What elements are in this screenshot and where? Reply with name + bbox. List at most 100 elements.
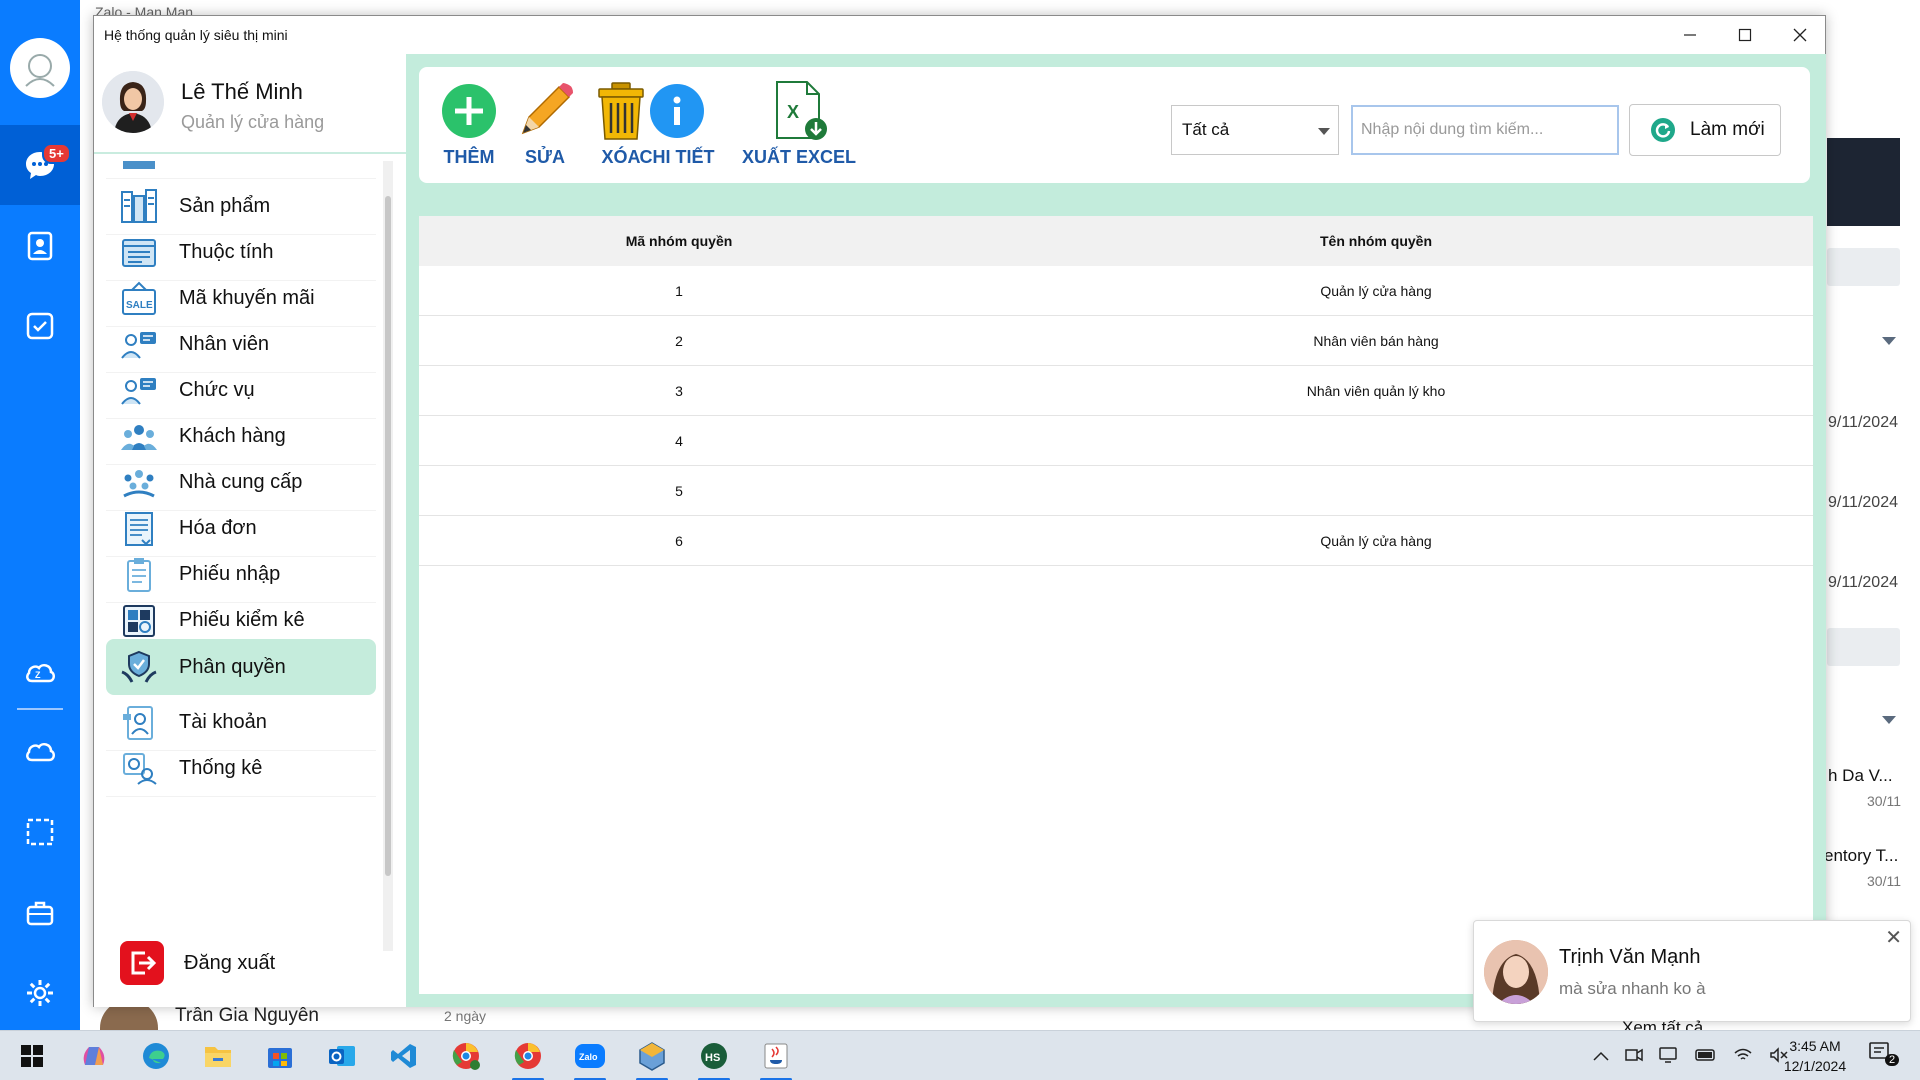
edge-browser-icon[interactable] [136,1036,176,1076]
copilot-icon[interactable] [74,1036,114,1076]
microsoft-store-icon[interactable] [260,1036,300,1076]
svg-text:X: X [787,102,799,122]
zalo-image-thumbnail[interactable] [1827,138,1900,226]
sidebar-item-permissions[interactable]: Phân quyền [106,639,376,695]
logout-label: Đăng xuất [184,951,276,974]
add-button[interactable]: THÊM [439,67,499,183]
sidebar-item-label: Phân quyền [179,655,286,678]
chevron-up-icon[interactable] [1593,1048,1609,1064]
edit-button[interactable]: SỬA [515,67,575,183]
zalo-chat-preview-name[interactable]: h Da V... [1828,766,1893,786]
filter-selected: Tất cả [1182,120,1230,139]
table-row[interactable]: 2 Nhân viên bán hàng [419,316,1813,366]
table-cell-name: Nhân viên bán hàng [1313,333,1439,349]
maximize-icon[interactable] [1717,16,1772,54]
sidebar-item-label: Tài khoản [179,711,267,733]
outlook-icon[interactable] [322,1036,362,1076]
vscode-icon[interactable] [384,1036,424,1076]
settings-gear-icon[interactable] [20,973,60,1013]
filter-dropdown[interactable]: Tất cả [1171,105,1339,155]
table-row[interactable]: 3 Nhân viên quản lý kho [419,366,1813,416]
main-content: THÊM SỬA XÓA CHI TIẾT X XUẤT EXCEL Tất c… [406,54,1826,1007]
zalo-date: 9/11/2024 [1828,574,1898,591]
detail-button[interactable]: CHI TIẾT [619,67,735,183]
sidebar-item-partial[interactable] [106,161,376,179]
table-row[interactable]: 6 Quản lý cửa hàng [419,516,1813,566]
sidebar-item-label: Khách hàng [179,425,286,447]
table-cell-id: 6 [675,533,683,549]
close-icon[interactable] [1772,16,1827,54]
sidebar-item-label: Phiếu nhập [179,563,281,585]
refresh-icon [1651,118,1675,142]
notification-message: mà sửa nhanh ko à [1559,979,1706,998]
hex-app-icon[interactable] [632,1036,672,1080]
cloud-icon[interactable] [20,731,60,771]
svg-text:SALE: SALE [126,300,153,311]
notification-sender: Trịnh Văn Mạnh [1559,946,1701,968]
system-clock[interactable]: 3:45 AM 12/1/2024 [1770,1036,1860,1076]
meet-icon[interactable] [1625,1047,1643,1066]
zalo-contact-name[interactable]: Trần Gia Nguyễn [175,1005,319,1027]
refresh-button[interactable]: Làm mới [1629,104,1781,156]
table-row[interactable]: 1 Quản lý cửa hàng [419,266,1813,316]
screenshot-icon[interactable] [20,812,60,852]
column-header-id[interactable]: Mã nhóm quyền [419,216,939,266]
close-icon[interactable]: ✕ [1885,925,1902,950]
sidebar-item-label: Thống kê [179,757,263,779]
inventory-check-icon [119,601,159,641]
battery-icon[interactable] [1695,1048,1717,1065]
sidebar-item-statistics[interactable]: Thống kê [106,741,376,797]
zalo-icon[interactable]: Zalo [570,1036,610,1080]
window-title: Hệ thống quản lý siêu thị mini [104,27,288,43]
logout-icon [120,941,164,985]
table-cell-name [939,466,1813,516]
file-explorer-icon[interactable] [198,1036,238,1076]
chrome-icon[interactable] [508,1036,548,1080]
user-role: Quản lý cửa hàng [181,112,325,132]
zalo-nav-rail: 5+ Z [0,0,80,1030]
contacts-icon[interactable] [20,226,60,266]
logout-button[interactable]: Đăng xuất [106,934,376,992]
zalo-user-avatar[interactable] [10,38,70,98]
todo-icon[interactable] [20,306,60,346]
sidebar-item-label: Mã khuyến mãi [179,287,315,309]
java-app-icon[interactable] [756,1036,796,1080]
windows-start-icon[interactable] [12,1036,52,1076]
zalo-date: 9/11/2024 [1828,414,1898,431]
search-input[interactable] [1351,105,1619,155]
zalo-date: 9/11/2024 [1828,494,1898,511]
add-label: THÊM [443,147,495,167]
display-icon[interactable] [1659,1046,1679,1067]
wifi-icon[interactable] [1733,1047,1753,1066]
table-row[interactable]: 5 [419,466,1813,516]
import-slip-icon [119,555,159,595]
excel-export-icon: X [769,81,829,141]
chevron-down-icon [1318,128,1330,135]
column-header-name[interactable]: Tên nhóm quyền [939,216,1813,266]
export-excel-button[interactable]: X XUẤT EXCEL [742,67,856,183]
hs-app-icon[interactable]: HS [694,1036,734,1080]
scrollbar-thumb[interactable] [385,196,391,876]
table-header: Mã nhóm quyền Tên nhóm quyền [419,216,1813,266]
minimize-icon[interactable] [1662,16,1717,54]
briefcase-icon[interactable] [20,893,60,933]
zcloud-icon[interactable]: Z [20,652,60,692]
sidebar-item-label: Phiếu kiểm kê [179,609,305,631]
sidebar-scrollbar[interactable] [383,161,393,951]
toolbar: THÊM SỬA XÓA CHI TIẾT X XUẤT EXCEL Tất c… [419,67,1810,183]
pencil-icon [515,81,575,141]
chevron-down-icon[interactable] [1882,716,1896,724]
notification-count-badge: 2 [1885,1054,1900,1066]
permission-icon [119,647,159,687]
zalo-chat-preview-name[interactable]: entory T... [1824,846,1898,866]
invoice-icon [119,509,159,549]
see-all-link[interactable]: Xem tất cả [1622,1018,1703,1030]
table-cell-name [939,416,1813,466]
refresh-label: Làm mới [1690,119,1765,140]
chevron-down-icon[interactable] [1882,337,1896,345]
message-notification[interactable]: Trịnh Văn Mạnh mà sửa nhanh ko à ✕ [1473,920,1911,1022]
chrome-profile-icon[interactable] [446,1036,486,1076]
sidebar-item-label: Thuộc tính [179,241,274,263]
sidebar-item-label: Nhà cung cấp [179,471,303,493]
table-row[interactable]: 4 [419,416,1813,466]
